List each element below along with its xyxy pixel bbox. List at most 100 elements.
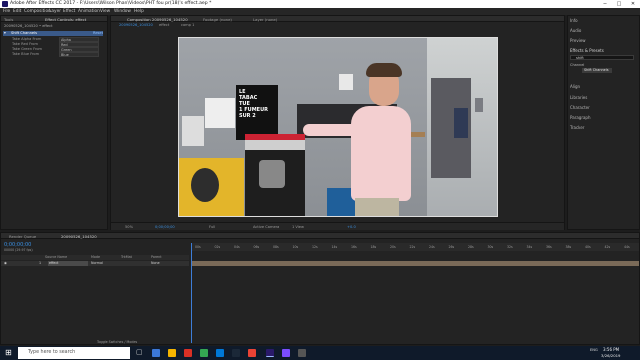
playhead[interactable]: [191, 243, 192, 343]
ruler-tick-label: 16s: [351, 245, 357, 249]
window-title: Adobe After Effects CC 2017 - F:\Users\W…: [10, 1, 212, 6]
ruler-tick-label: 02s: [214, 245, 221, 249]
menu-layer[interactable]: Layer: [49, 9, 61, 14]
ruler-tick-label: 14s: [331, 245, 338, 249]
timeline-fps: 00000 (29.97 fps): [4, 248, 33, 252]
tab-footage[interactable]: Footage (none): [203, 17, 232, 22]
tab-timeline-comp[interactable]: 20090526_104520: [61, 234, 97, 239]
machine-opening: [191, 168, 219, 202]
views-dropdown[interactable]: 1 View: [292, 225, 304, 229]
toggle-switches-modes[interactable]: Toggle Switches / Modes: [97, 340, 137, 344]
steam-icon[interactable]: [232, 349, 240, 357]
task-view-icon[interactable]: ▢: [136, 348, 143, 356]
tab-composition[interactable]: Composition 20090526_104520: [127, 17, 188, 22]
comp-timecode[interactable]: 0;00;00;00: [155, 225, 175, 229]
machine-stripe: [245, 134, 305, 140]
panel-paragraph[interactable]: Paragraph: [570, 115, 591, 120]
menu-view[interactable]: View: [100, 9, 110, 14]
store-icon[interactable]: [216, 349, 224, 357]
panel-effects-presets[interactable]: Effects & Presets: [570, 48, 604, 53]
ruler-tick-label: 04s: [234, 245, 240, 249]
video-frame[interactable]: LE TABAC TUE 1 FUMEUR SUR 2: [178, 37, 498, 217]
panel-tracker[interactable]: Tracker: [570, 125, 584, 130]
tray-lang[interactable]: ENG: [590, 348, 598, 352]
tray-time[interactable]: 3:56 PM: [603, 347, 619, 352]
tab-layer[interactable]: Layer (none): [253, 17, 277, 22]
explorer-icon[interactable]: [168, 349, 176, 357]
maximize-button[interactable]: □: [612, 0, 626, 8]
tray-date[interactable]: 3/26/2019: [601, 353, 620, 358]
effects-search-input[interactable]: shift: [570, 55, 634, 60]
col-source-name: Source Name: [45, 255, 68, 259]
exposure-value[interactable]: +0.0: [347, 225, 356, 229]
taskbar-search-input[interactable]: Type here to search: [18, 347, 130, 359]
obs-icon[interactable]: [298, 349, 306, 357]
ruler-tick-label: 26s: [448, 245, 455, 249]
layer-parent-dropdown[interactable]: None: [151, 261, 160, 265]
tab-tools[interactable]: Tools: [4, 17, 13, 22]
tab-render-queue[interactable]: Render Queue: [9, 234, 36, 239]
ruler-tick-label: 20s: [390, 245, 396, 249]
subtab-comp1[interactable]: comp 1: [181, 23, 194, 27]
subtab-comp[interactable]: 20090526_104520: [119, 23, 153, 27]
person-hair: [366, 63, 402, 77]
ruler-tick-label: 34s: [526, 245, 533, 249]
windows-start-icon[interactable]: ⊞: [5, 348, 12, 357]
ruler-tick-label: 24s: [429, 245, 435, 249]
panel-align[interactable]: Align: [570, 84, 580, 89]
reset-link[interactable]: Reset: [93, 31, 103, 35]
resolution-dropdown[interactable]: Full: [209, 225, 215, 229]
panel-libraries[interactable]: Libraries: [570, 95, 587, 100]
minimize-button[interactable]: ─: [598, 0, 612, 8]
mail-icon[interactable]: [184, 349, 192, 357]
panel-audio[interactable]: Audio: [570, 28, 581, 33]
menu-edit[interactable]: Edit: [13, 9, 21, 14]
panel-info[interactable]: Info: [570, 18, 578, 23]
col-mode: Mode: [91, 255, 100, 259]
tab-effect-controls[interactable]: Effect Controls: effect: [45, 17, 86, 22]
after-effects-taskbar-icon[interactable]: [266, 349, 274, 357]
close-button[interactable]: ✕: [626, 0, 640, 8]
menu-help[interactable]: Help: [134, 9, 144, 14]
comp-footer: 50% 0;00;00;00 Full Active Camera 1 View…: [111, 222, 564, 230]
panel-preview[interactable]: Preview: [570, 38, 586, 43]
layer-name[interactable]: effect: [48, 261, 88, 266]
ruler-tick-label: 12s: [312, 245, 318, 249]
edge-icon[interactable]: [152, 349, 160, 357]
layer-mode-dropdown[interactable]: Normal: [91, 261, 103, 265]
fx-icon: ▾: [4, 31, 6, 35]
tree-shift-channels[interactable]: Shift Channels: [582, 68, 612, 73]
layer-bar[interactable]: [191, 261, 639, 266]
panel-character[interactable]: Character: [570, 105, 590, 110]
effect-row[interactable]: ▾ Shift Channels Reset: [3, 31, 103, 36]
param-label: Take Alpha From: [12, 37, 42, 41]
app-icon[interactable]: [248, 349, 256, 357]
menu-bar: File Edit Composition Layer Effect Anima…: [0, 8, 640, 15]
param-dropdown[interactable]: Blue: [59, 52, 99, 57]
ruler-tick-label: 44s: [624, 245, 630, 249]
ruler-tick-label: 28s: [468, 245, 474, 249]
zoom-dropdown[interactable]: 50%: [125, 225, 133, 229]
camera-dropdown[interactable]: Active Camera: [253, 225, 279, 229]
subtab-effect[interactable]: effect: [159, 23, 169, 27]
param-label: Take Green From: [12, 47, 43, 51]
param-row: Take Blue From Blue: [3, 52, 107, 57]
time-ruler[interactable]: 00s 02s 04s 06s 08s 10s 12s 14s 16s 18s 20s 22s 24s 2…: [191, 243, 639, 251]
ruler-tick-label: 30s: [487, 245, 494, 249]
menu-effect[interactable]: Effect: [63, 9, 75, 14]
distant-person: [454, 108, 468, 138]
menu-file[interactable]: File: [3, 9, 10, 14]
timeline-panel: Render Queue 20090526_104520 0;00;00;00 …: [0, 232, 640, 345]
ruler-tick-label: 06s: [253, 245, 260, 249]
poster-sign: LE TABAC TUE 1 FUMEUR SUR 2: [236, 85, 278, 140]
title-bar: Adobe After Effects CC 2017 - F:\Users\W…: [0, 0, 640, 8]
ruler-tick-label: 10s: [292, 245, 299, 249]
premiere-icon[interactable]: [282, 349, 290, 357]
menu-animation[interactable]: Animation: [78, 9, 100, 14]
visibility-eye-icon[interactable]: ◉: [4, 261, 7, 265]
menu-composition[interactable]: Composition: [24, 9, 51, 14]
tree-channel[interactable]: Channel: [570, 63, 584, 67]
menu-window[interactable]: Window: [114, 9, 131, 14]
layer-row[interactable]: ◉ 1 effect Normal None: [1, 261, 189, 266]
chrome-icon[interactable]: [200, 349, 208, 357]
